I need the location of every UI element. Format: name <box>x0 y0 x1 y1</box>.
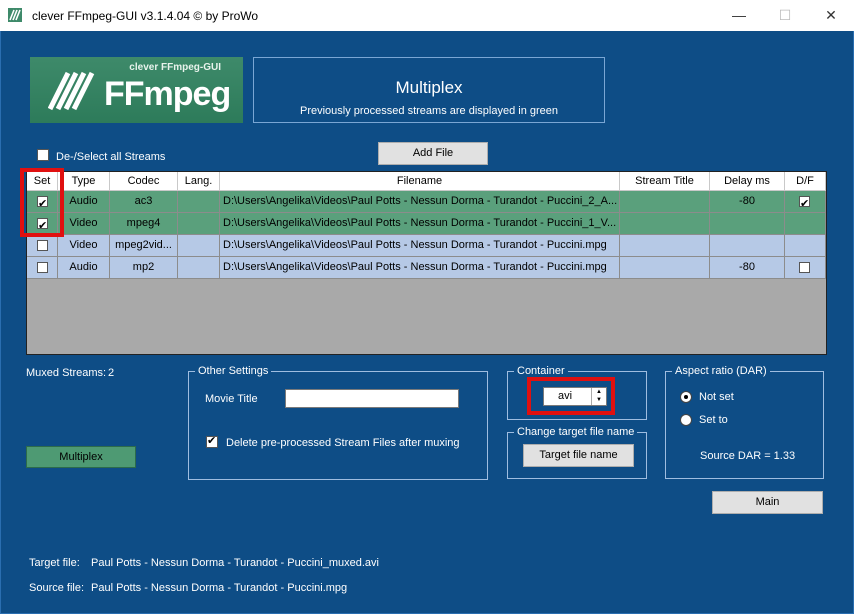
cell-df <box>785 213 826 235</box>
cell-delay[interactable] <box>710 213 785 235</box>
window-title: clever FFmpeg-GUI v3.1.4.04 © by ProWo <box>32 9 259 23</box>
header-panel: Multiplex Previously processed streams a… <box>253 57 605 123</box>
cell-codec: mpeg4 <box>110 213 178 235</box>
other-settings-legend: Other Settings <box>195 365 272 377</box>
cell-stream-title[interactable] <box>620 213 710 235</box>
row-set-checkbox[interactable] <box>37 240 48 251</box>
select-all-label: De-/Select all Streams <box>56 151 166 163</box>
cell-codec: ac3 <box>110 191 178 213</box>
column-header[interactable]: Type <box>58 172 110 191</box>
row-df-checkbox[interactable] <box>799 194 810 212</box>
table-header: Set Type Codec Lang. Filename Stream Tit… <box>27 172 826 191</box>
container-legend: Container <box>514 365 568 377</box>
set-to-radio[interactable] <box>680 414 692 426</box>
cell-lang[interactable] <box>178 235 220 257</box>
maximize-icon[interactable]: ☐ <box>762 0 808 31</box>
target-file-label: Target file: <box>29 557 80 569</box>
source-file-label: Source file: <box>29 582 85 594</box>
change-target-legend: Change target file name <box>514 426 638 438</box>
title-bar: clever FFmpeg-GUI v3.1.4.04 © by ProWo —… <box>0 0 854 31</box>
cell-delay[interactable]: -80 <box>710 257 785 279</box>
delete-files-label: Delete pre-processed Stream Files after … <box>226 437 460 449</box>
add-file-button[interactable]: Add File <box>378 142 488 165</box>
cell-type: Video <box>58 235 110 257</box>
streams-table: Set Type Codec Lang. Filename Stream Tit… <box>26 171 827 355</box>
cell-filename: D:\Users\Angelika\Videos\Paul Potts - Ne… <box>220 257 620 279</box>
cell-lang[interactable] <box>178 191 220 213</box>
table-row[interactable]: Video mpeg4 D:\Users\Angelika\Videos\Pau… <box>27 213 826 235</box>
ffmpeg-mark-icon <box>48 71 95 111</box>
select-all-checkbox[interactable] <box>37 149 49 161</box>
main-button[interactable]: Main <box>712 491 823 514</box>
ffmpeg-logo: clever FFmpeg-GUI FFmpeg <box>30 57 243 123</box>
target-file-value: Paul Potts - Nessun Dorma - Turandot - P… <box>91 557 379 569</box>
target-file-name-button[interactable]: Target file name <box>523 444 634 467</box>
other-settings-group: Other Settings Movie Title Delete pre-pr… <box>188 365 488 480</box>
muxed-streams-count: 2 <box>108 367 115 379</box>
cell-codec: mp2 <box>110 257 178 279</box>
close-icon[interactable]: ✕ <box>808 0 854 31</box>
not-set-radio[interactable] <box>680 391 692 403</box>
column-header[interactable]: Delay ms <box>710 172 785 191</box>
column-header[interactable]: Lang. <box>178 172 220 191</box>
not-set-label: Not set <box>699 391 734 403</box>
row-df-checkbox[interactable] <box>799 262 810 273</box>
cell-filename: D:\Users\Angelika\Videos\Paul Potts - Ne… <box>220 213 620 235</box>
column-header[interactable]: Stream Title <box>620 172 710 191</box>
change-target-group: Change target file name Target file name <box>507 426 647 479</box>
aspect-ratio-group: Aspect ratio (DAR) Not set Set to Source… <box>665 365 824 479</box>
column-header[interactable]: Codec <box>110 172 178 191</box>
cell-delay[interactable]: -80 <box>710 191 785 213</box>
page-title: Multiplex <box>395 78 463 97</box>
movie-title-label: Movie Title <box>205 393 258 405</box>
row-set-checkbox[interactable] <box>37 262 48 273</box>
delete-files-checkbox[interactable] <box>206 434 218 448</box>
table-row[interactable]: Video mpeg2vid... D:\Users\Angelika\Vide… <box>27 235 826 257</box>
source-file-value: Paul Potts - Nessun Dorma - Turandot - P… <box>91 582 348 594</box>
movie-title-input[interactable] <box>285 389 459 408</box>
cell-stream-title[interactable] <box>620 257 710 279</box>
cell-stream-title[interactable] <box>620 191 710 213</box>
page-subtitle: Previously processed streams are display… <box>299 105 559 117</box>
cell-stream-title[interactable] <box>620 235 710 257</box>
logo-name: FFmpeg <box>104 75 231 113</box>
source-dar-text: Source DAR = 1.33 <box>700 450 796 462</box>
column-header[interactable]: D/F <box>785 172 826 191</box>
cell-filename: D:\Users\Angelika\Videos\Paul Potts - Ne… <box>220 235 620 257</box>
cell-delay[interactable] <box>710 235 785 257</box>
set-to-label: Set to <box>699 414 728 426</box>
multiplex-button[interactable]: Multiplex <box>26 446 136 468</box>
cell-type: Video <box>58 213 110 235</box>
table-row[interactable]: Audio ac3 D:\Users\Angelika\Videos\Paul … <box>27 191 826 213</box>
aspect-ratio-legend: Aspect ratio (DAR) <box>672 365 770 377</box>
cell-lang[interactable] <box>178 213 220 235</box>
cell-type: Audio <box>58 191 110 213</box>
column-header[interactable]: Filename <box>220 172 620 191</box>
highlight-box <box>20 168 64 237</box>
cell-lang[interactable] <box>178 257 220 279</box>
table-row[interactable]: Audio mp2 D:\Users\Angelika\Videos\Paul … <box>27 257 826 279</box>
muxed-streams-label: Muxed Streams: <box>26 367 107 379</box>
cell-type: Audio <box>58 257 110 279</box>
cell-codec: mpeg2vid... <box>110 235 178 257</box>
logo-subtitle: clever FFmpeg-GUI <box>129 62 221 73</box>
minimize-icon[interactable]: — <box>716 0 762 31</box>
cell-df <box>785 235 826 257</box>
app-icon <box>8 8 22 22</box>
cell-filename: D:\Users\Angelika\Videos\Paul Potts - Ne… <box>220 191 620 213</box>
highlight-box <box>527 377 615 415</box>
